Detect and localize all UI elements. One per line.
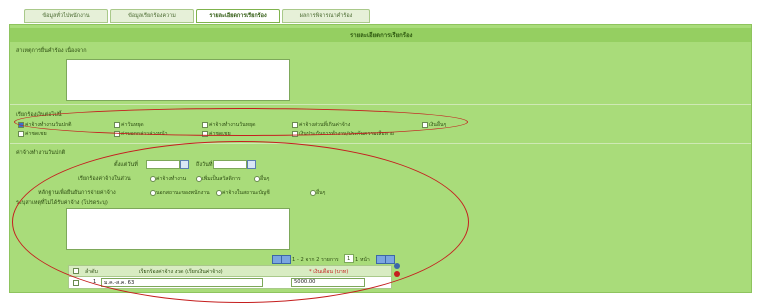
from-label: ตั้งแต่วันที่ bbox=[114, 162, 138, 168]
checkbox-deposit[interactable] bbox=[292, 131, 298, 137]
tab-general-info[interactable]: ข้อมูลทั่วไปพนักงาน bbox=[24, 9, 108, 23]
checkbox-label: ค่าชดเชย bbox=[209, 131, 231, 137]
delete-row-icon[interactable] bbox=[394, 271, 400, 277]
panel-title: รายละเอียดการเรียกร้อง bbox=[350, 32, 413, 39]
radio-label: เพิ่มเป็นสวัสดิการ bbox=[202, 176, 241, 182]
radio-label: นอกสถานะของพนักงาน bbox=[156, 190, 210, 196]
checkbox-compensation-2[interactable] bbox=[202, 131, 208, 137]
checkbox-label: ค่าจ้างส่วนที่เกินค่าจ้าง bbox=[299, 122, 351, 128]
page-of: 1 หน้า bbox=[355, 257, 370, 263]
radio-label: ค่าจ้างทำงาน bbox=[156, 176, 187, 182]
reason-textarea[interactable] bbox=[66, 59, 290, 101]
radio-label: อื่นๆ bbox=[260, 176, 270, 182]
detail-label: ระบุสาเหตุที่ไม่ได้รับค่าจ้าง (โปรดระบุ) bbox=[16, 200, 108, 206]
tab-result[interactable]: ผลการพิจารณาคำร้อง bbox=[282, 9, 370, 23]
cell-amount: 5000.00 bbox=[294, 279, 316, 285]
to-label: ถึงวันที่ bbox=[196, 162, 213, 168]
calendar-icon[interactable] bbox=[247, 160, 256, 169]
table-row[interactable]: 1 ม.ค.-ส.ค. 63 5000.00 bbox=[68, 276, 392, 289]
checkbox-holiday-wage[interactable] bbox=[202, 122, 208, 128]
radio-label: อื่นๆ bbox=[316, 190, 326, 196]
checkbox-label: ค่าจ้างทำงานวันปกติ bbox=[25, 122, 72, 128]
to-date-input[interactable] bbox=[213, 160, 247, 169]
checkbox-notice[interactable] bbox=[114, 131, 120, 137]
page-number: 1 bbox=[347, 256, 351, 262]
checkbox-label: ค่าจ้างทำงานวันหยุด bbox=[209, 122, 256, 128]
tab-claim-info[interactable]: ข้อมูลเรียกร้องความ bbox=[110, 9, 194, 23]
select-all-checkbox[interactable] bbox=[73, 268, 79, 274]
checkbox-label: เงินประกันการทำงาน/ประกันความเสียหาย bbox=[299, 131, 394, 137]
detail-textarea[interactable] bbox=[66, 208, 290, 250]
radio-label: ค่าจ้างในสถานะบัญชี bbox=[222, 190, 270, 196]
section2-label: ค่าจ้างทำงานวันปกติ bbox=[16, 150, 66, 156]
from-date-input[interactable] bbox=[146, 160, 180, 169]
add-row-icon[interactable] bbox=[394, 263, 400, 269]
last-page-button[interactable] bbox=[385, 255, 395, 264]
checkbox-label: ค่าชดเชย bbox=[25, 131, 47, 137]
claim-group-label: เรียกร้องเงินต่อไปนี้ bbox=[16, 112, 62, 118]
divider bbox=[10, 104, 751, 105]
panel-header: รายละเอียดการเรียกร้อง bbox=[10, 28, 751, 42]
cell-no: 1 bbox=[93, 279, 97, 285]
checkbox-holiday[interactable] bbox=[114, 122, 120, 128]
column-header-period: เรียกร้องค่าจ้าง งวด (เรียกเงินค่าจ้าง) bbox=[139, 269, 223, 275]
pay-label: เรียกร้องค่าจ้างในส่วน bbox=[78, 176, 131, 182]
row-checkbox[interactable] bbox=[73, 280, 79, 286]
checkbox-compensation[interactable] bbox=[18, 131, 24, 137]
prev-page-button[interactable] bbox=[281, 255, 291, 264]
tab-claim-details[interactable]: รายละเอียดการเรียกร้อง bbox=[196, 9, 280, 23]
cell-period: ม.ค.-ส.ค. 63 bbox=[104, 280, 135, 286]
claim-details-panel: รายละเอียดการเรียกร้อง สาเหตุการยื่นคำร้… bbox=[9, 24, 752, 293]
checkbox-label: ค่าบอกกล่าวล่วงหน้า bbox=[121, 131, 168, 137]
checkbox-label: ค่าวันหยุด bbox=[121, 122, 144, 128]
reason2-label: หลักฐานเพื่อยืนยันการจ่ายค่าจ้าง bbox=[38, 190, 116, 196]
pager-text: 1 - 2 จาก 2 รายการ bbox=[292, 257, 339, 263]
checkbox-other[interactable] bbox=[422, 122, 428, 128]
divider bbox=[10, 143, 751, 144]
reason-label: สาเหตุการยื่นคำร้อง เนื่องจาก bbox=[16, 48, 87, 54]
calendar-icon[interactable] bbox=[180, 160, 189, 169]
column-header-amount: * เงินเดือน (บาท) bbox=[309, 269, 349, 275]
checkbox-label: เงินอื่นๆ bbox=[429, 122, 447, 128]
tab-bar: ข้อมูลทั่วไปพนักงาน ข้อมูลเรียกร้องความ … bbox=[0, 0, 760, 24]
checkbox-excess-wage[interactable] bbox=[292, 122, 298, 128]
column-header-no: ลำดับ bbox=[85, 269, 98, 275]
checkbox-normal-wage[interactable] bbox=[18, 122, 24, 128]
